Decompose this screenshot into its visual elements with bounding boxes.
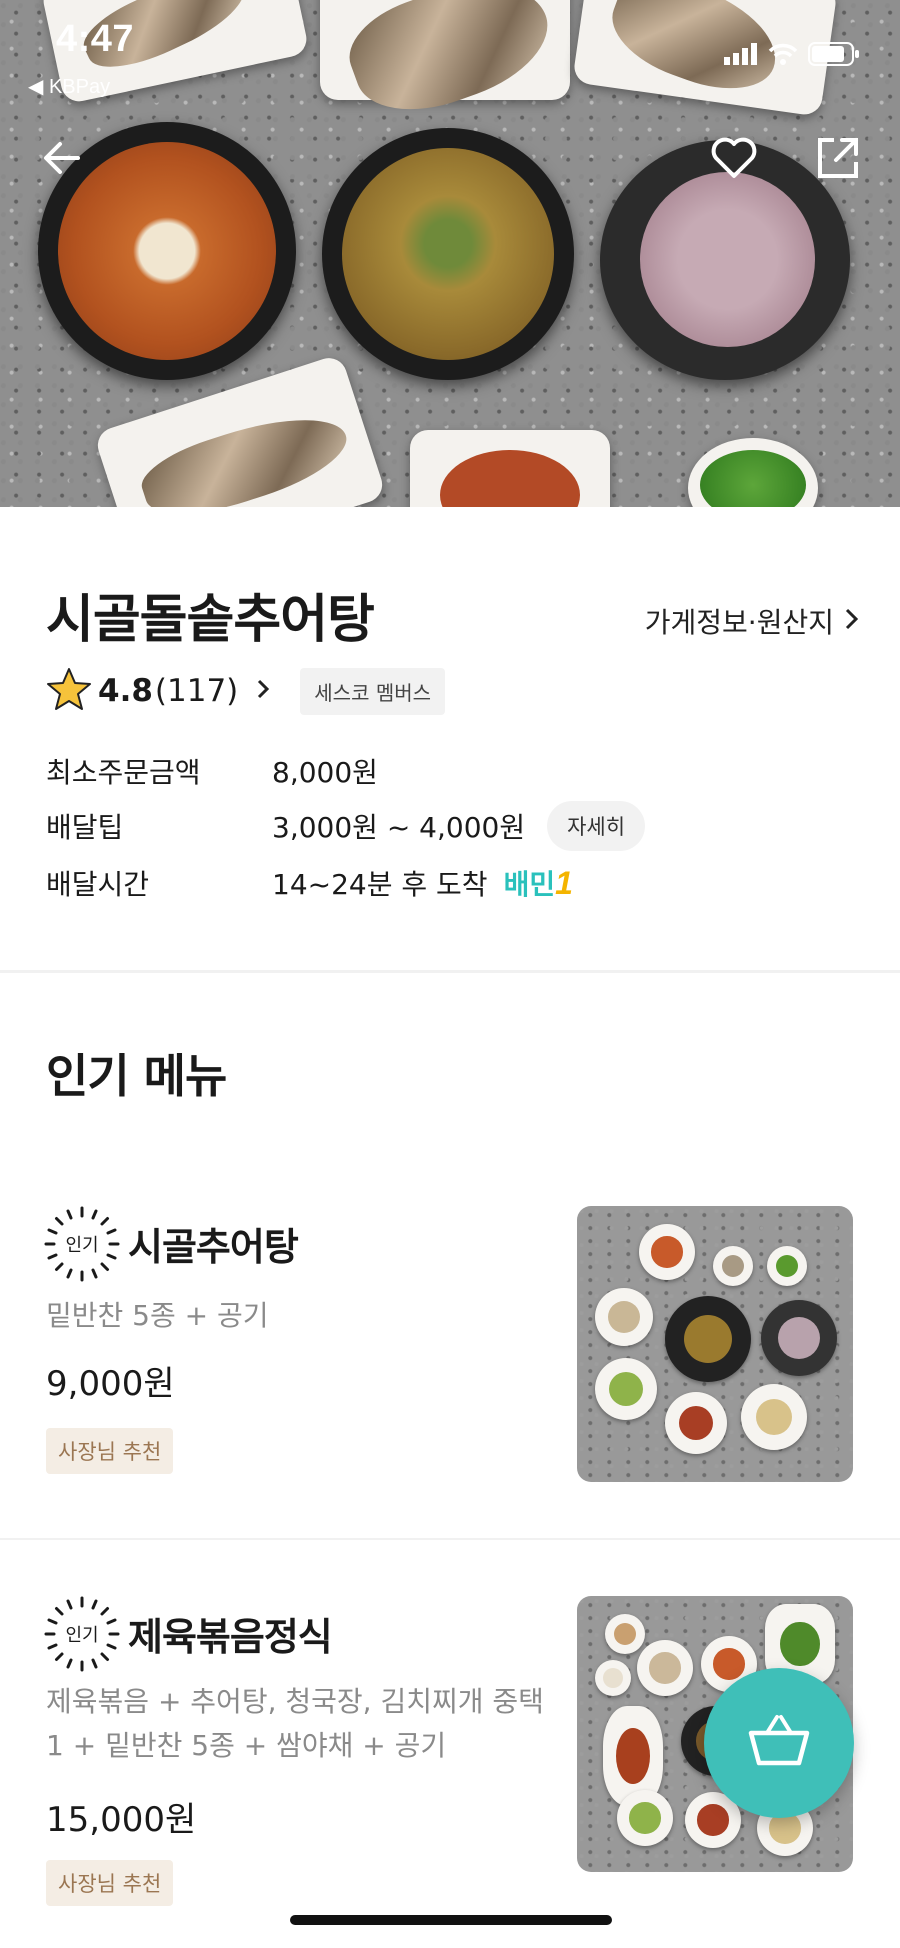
- share-icon: [816, 136, 860, 184]
- section-divider: [0, 970, 900, 973]
- side-dish: [595, 1358, 657, 1420]
- side-dish: [605, 1614, 645, 1654]
- battery-icon: [808, 42, 860, 71]
- info-value: 3,000원 ~ 4,000원: [272, 811, 526, 844]
- side-dish: [617, 1790, 673, 1846]
- menu-divider: [0, 1538, 900, 1540]
- info-label: 배달시간: [46, 868, 150, 901]
- signal-icon: [724, 43, 758, 70]
- status-icons: [724, 42, 860, 71]
- wifi-icon: [768, 43, 798, 70]
- chevron-right-icon: [844, 605, 860, 638]
- side-dish: [595, 1660, 631, 1696]
- info-label: 최소주문금액: [46, 756, 201, 789]
- owner-recommend-tag: 사장님 추천: [46, 1428, 174, 1474]
- popular-menu-title: 인기 메뉴: [46, 1049, 227, 1103]
- back-arrow-icon: [42, 138, 82, 182]
- multigrain-rice: [640, 172, 815, 347]
- delivery-tip-row: 배달팁 3,000원 ~ 4,000원 자세히: [46, 801, 646, 851]
- store-info-origin-link[interactable]: 가게정보·원산지: [645, 601, 860, 641]
- heart-icon: [710, 136, 758, 184]
- store-name: 시골돌솥추어탕: [46, 590, 375, 650]
- review-count: (117): [154, 673, 239, 709]
- favorite-button[interactable]: [706, 132, 762, 188]
- popular-badge: 인기: [44, 1596, 120, 1672]
- info-value: 14~24분 후 도착: [272, 868, 488, 901]
- cart-button[interactable]: [704, 1668, 854, 1818]
- popular-badge: 인기: [44, 1206, 120, 1282]
- menu-price: 9,000원: [46, 1364, 175, 1404]
- baemin1-badge-number: 1: [555, 865, 573, 901]
- menu-name: 시골추어탕: [128, 1225, 299, 1269]
- rating-row[interactable]: 4.8 (117) 세스코 멤버스: [46, 667, 446, 715]
- rating-score: 4.8: [98, 673, 153, 709]
- menu-description: 제육볶음 + 추어탕, 청국장, 김치찌개 중택 1 + 밑반찬 5종 + 쌈야…: [46, 1685, 544, 1762]
- popular-badge-text: 인기: [65, 1235, 98, 1256]
- tofu-stew: [58, 142, 276, 360]
- baemin1-badge-text: 배민: [503, 869, 556, 900]
- side-dish: [713, 1246, 753, 1286]
- min-order-row: 최소주문금액 8,000원: [46, 751, 378, 791]
- share-button[interactable]: [810, 132, 866, 188]
- chueotang-stew: [342, 148, 554, 360]
- status-time: 4:47: [56, 18, 135, 60]
- info-value: 8,000원: [272, 756, 378, 789]
- baemin1-badge: 배민1: [504, 863, 573, 903]
- cart-icon: [747, 1713, 811, 1773]
- side-dish: [767, 1246, 807, 1286]
- menu-price: 15,000원: [46, 1800, 197, 1840]
- menu-item[interactable]: 인기 시골추어탕 밑반찬 5종 + 공기 9,000원 사장님 추천: [0, 1170, 900, 1530]
- delivery-time-row: 배달시간 14~24분 후 도착 배민1: [46, 863, 573, 903]
- back-to-app-link[interactable]: ◀ KBPay: [28, 74, 110, 99]
- chevron-right-icon: [256, 678, 270, 704]
- menu-photo: [577, 1206, 853, 1482]
- info-label: 배달팁: [46, 811, 124, 844]
- side-dish: [665, 1392, 727, 1454]
- member-badge: 세스코 멤버스: [300, 667, 446, 715]
- menu-description: 밑반찬 5종 + 공기: [46, 1299, 269, 1332]
- store-hero-image: 4:47 ◀ KBPay: [0, 0, 900, 507]
- owner-recommend-tag: 사장님 추천: [46, 1860, 174, 1906]
- back-button[interactable]: [34, 132, 90, 188]
- popular-badge-icon: 인기: [44, 1596, 120, 1672]
- side-dish: [595, 1288, 653, 1346]
- home-indicator[interactable]: [290, 1915, 612, 1925]
- store-info-section: 시골돌솥추어탕 가게정보·원산지 4.8 (117) 세스코 멤버스 최소주문금…: [0, 507, 900, 972]
- delivery-tip-detail-button[interactable]: 자세히: [547, 801, 646, 851]
- menu-name: 제육볶음정식: [128, 1615, 333, 1659]
- store-info-link-label: 가게정보·원산지: [644, 606, 834, 639]
- stew-bowl: [665, 1296, 751, 1382]
- star-icon: [46, 667, 92, 715]
- side-dish: [639, 1224, 695, 1280]
- popular-badge-text: 인기: [65, 1625, 98, 1646]
- side-dish: [741, 1384, 807, 1450]
- side-dish: [637, 1640, 693, 1696]
- popular-badge-icon: 인기: [44, 1206, 120, 1282]
- rice-bowl: [761, 1300, 837, 1376]
